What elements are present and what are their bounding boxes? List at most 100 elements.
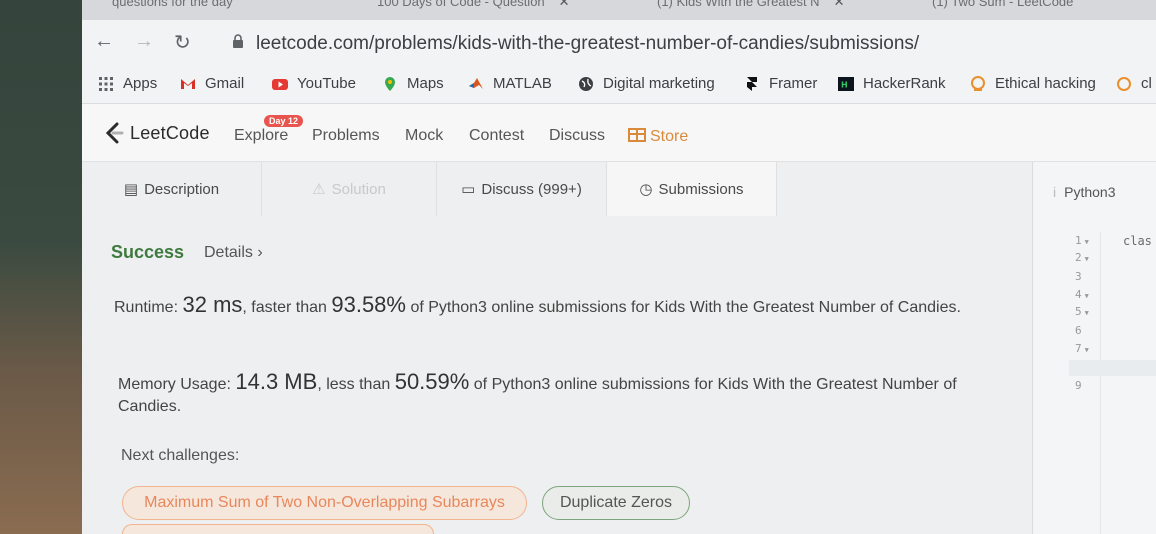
tab-label: Submissions	[658, 180, 744, 198]
lock-icon	[233, 34, 243, 48]
problem-tabs: ▤ Description ⚠ Solution ▭ Discuss (999+) ◷…	[82, 162, 1156, 216]
nav-contest[interactable]: Contest	[469, 127, 524, 145]
bookmark-label: Digital marketing	[603, 75, 715, 92]
runtime-summary: Runtime: 32 ms, faster than 93.58% of Py…	[114, 292, 961, 317]
bookmark-youtube[interactable]: YouTube	[272, 75, 356, 92]
status-success: Success	[111, 242, 185, 262]
code-line[interactable]: clas	[1123, 234, 1152, 248]
language-select[interactable]: i Python3	[1053, 184, 1116, 200]
challenge-label: Maximum Sum of Two Non-Overlapping Subar…	[144, 494, 505, 511]
tab-discuss[interactable]: ▭ Discuss (999+)	[437, 162, 607, 216]
next-challenges-label: Next challenges:	[121, 447, 240, 464]
tab-questions[interactable]: questions for the day	[112, 0, 362, 14]
tab-kids-greatest[interactable]: (1) Kids With the Greatest N ✕	[657, 0, 907, 14]
day-badge: Day 12	[264, 115, 304, 127]
brand-name: LeetCode	[130, 122, 210, 143]
bookmark-cl[interactable]: cl	[1116, 75, 1152, 92]
tab-submissions[interactable]: ◷ Submissions	[607, 162, 777, 216]
challenge-duplicate-zeros[interactable]: Duplicate Zeros	[542, 486, 690, 520]
desk-background	[0, 0, 82, 534]
bookmark-label: MATLAB	[493, 75, 552, 92]
nav-store[interactable]: Store	[628, 127, 688, 146]
store-icon	[628, 128, 646, 142]
apps-grid-icon	[99, 76, 113, 91]
tab-label: Solution	[331, 180, 386, 198]
tab-description[interactable]: ▤ Description	[82, 162, 262, 216]
bookmark-label: cl	[1141, 75, 1152, 92]
nav-problems[interactable]: Problems	[312, 127, 380, 145]
globe-icon	[579, 76, 593, 91]
bookmark-ethical-hacking[interactable]: Ethical hacking	[970, 75, 1096, 92]
memory-percentile: 50.59%	[394, 369, 470, 394]
bookmarks-bar: Apps Gmail YouTube Maps MATLAB Digital m	[82, 66, 1156, 104]
leetcode-navbar: LeetCode Day 12 Explore Problems Mock Co…	[82, 104, 1156, 162]
language-label: Python3	[1064, 184, 1116, 200]
leetcode-logo-icon	[105, 122, 124, 144]
bookmark-label: Ethical hacking	[995, 75, 1096, 92]
leetcode-logo[interactable]: LeetCode	[104, 122, 210, 144]
tab-strip: questions for the day 100 Days of Code -…	[82, 0, 1156, 20]
bookmark-apps[interactable]: Apps	[98, 75, 157, 92]
bookmark-icon	[1117, 76, 1131, 91]
close-icon[interactable]: ✕	[834, 0, 845, 9]
tab-two-sum[interactable]: (1) Two Sum - LeetCode	[932, 0, 1156, 14]
bookmark-label: HackerRank	[863, 75, 946, 92]
youtube-icon	[272, 78, 288, 90]
clock-icon: ◷	[639, 181, 653, 198]
line-gutter: 1▼ 2▼ 3 4▼ 5▼ 6 7▼ 8 9	[1033, 232, 1101, 534]
runtime-value: 32 ms	[182, 292, 243, 317]
bookmark-matlab[interactable]: MATLAB	[468, 75, 552, 92]
svg-text:H: H	[841, 80, 848, 89]
tab-label: Discuss (999+)	[481, 180, 582, 198]
line-number: 2 ▼	[1075, 251, 1089, 264]
line-number: 6	[1075, 324, 1082, 337]
challenge-label: Duplicate Zeros	[559, 494, 673, 511]
bookmark-label: Framer	[769, 75, 818, 92]
bookmark-label: Maps	[407, 75, 444, 92]
browser-window: questions for the day 100 Days of Code -…	[82, 0, 1156, 534]
bookmark-hackerrank[interactable]: H HackerRank	[838, 75, 946, 92]
tab-title: questions for the day	[112, 0, 233, 9]
tab-title: (1) Kids With the Greatest N	[657, 0, 820, 9]
nav-discuss[interactable]: Discuss	[549, 127, 605, 145]
bookmark-gmail[interactable]: Gmail	[180, 75, 244, 92]
details-link[interactable]: Details ›	[204, 244, 263, 262]
matlab-icon	[469, 77, 483, 89]
tab-title: (1) Two Sum - LeetCode	[932, 0, 1074, 9]
challenge-next-row[interactable]	[122, 524, 434, 534]
bookmark-label: YouTube	[297, 75, 356, 92]
maps-pin-icon	[385, 76, 395, 91]
memory-summary: Memory Usage: 14.3 MB, less than 50.59% …	[118, 369, 957, 416]
document-icon: ▤	[123, 181, 139, 198]
nav-explore[interactable]: Explore	[234, 127, 288, 145]
runtime-percentile: 93.58%	[331, 292, 406, 317]
tab-solution[interactable]: ⚠ Solution	[262, 162, 437, 216]
gmail-icon	[181, 78, 195, 89]
forward-arrow-icon[interactable]: →	[134, 30, 154, 53]
reload-icon[interactable]: ↻	[174, 30, 191, 55]
tab-100-days[interactable]: 100 Days of Code - Question ✕	[377, 0, 627, 14]
line-number: 9	[1075, 379, 1082, 392]
bookmark-framer[interactable]: Framer	[744, 75, 817, 92]
ethical-hacking-icon	[971, 75, 985, 91]
code-editor-panel: i Python3 1▼ 2▼ 3 4▼ 5▼ 6 7▼ 8 9 clas	[1032, 162, 1156, 534]
comment-icon: ▭	[461, 181, 476, 198]
close-icon[interactable]: ✕	[559, 0, 570, 9]
url-field[interactable]: leetcode.com/problems/kids-with-the-grea…	[256, 33, 919, 55]
bookmark-digital-marketing[interactable]: Digital marketing	[578, 75, 715, 92]
back-arrow-icon[interactable]: ←	[94, 30, 114, 53]
memory-value: 14.3 MB	[235, 369, 318, 394]
bookmark-maps[interactable]: Maps	[382, 75, 444, 92]
bookmark-label: Gmail	[205, 75, 245, 92]
address-bar: ← → ↻ leetcode.com/problems/kids-with-th…	[82, 20, 1156, 66]
line-number: 7 ▼	[1075, 342, 1089, 355]
nav-mock[interactable]: Mock	[405, 127, 443, 145]
line-number: 1 ▼	[1075, 234, 1089, 247]
challenge-max-sum-subarrays[interactable]: Maximum Sum of Two Non-Overlapping Subar…	[122, 486, 527, 520]
line-number: 4 ▼	[1075, 288, 1089, 301]
submission-result: Success Details › Runtime: 32 ms, faster…	[82, 216, 1032, 534]
line-number: 3	[1075, 270, 1082, 283]
nav-store-label: Store	[650, 128, 689, 145]
warning-icon: ⚠	[312, 181, 326, 198]
line-number: 5 ▼	[1075, 305, 1089, 318]
